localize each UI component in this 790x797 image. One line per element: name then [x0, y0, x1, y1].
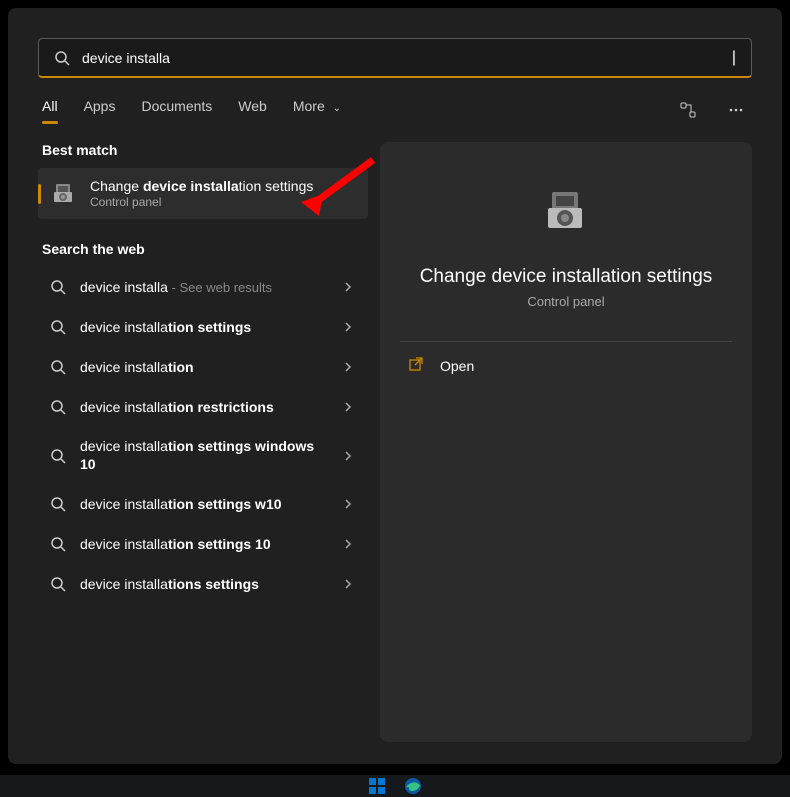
web-result-item[interactable]: device installation settings windows 10	[38, 427, 368, 484]
tab-more-label: More	[293, 98, 325, 114]
open-action[interactable]: Open	[400, 342, 732, 389]
filter-tabs: All Apps Documents Web More ⌄	[38, 98, 752, 124]
results-column: Best match Change device installation se…	[38, 142, 368, 742]
web-result-text: device installation settings windows 10	[80, 437, 326, 474]
search-icon	[50, 319, 66, 335]
start-button[interactable]	[367, 776, 387, 796]
search-input[interactable]: device installa	[82, 50, 736, 66]
search-icon	[50, 359, 66, 375]
bm-title-bold: device installa	[143, 178, 239, 194]
preview-title: Change device installation settings	[420, 266, 713, 288]
search-icon	[50, 496, 66, 512]
web-result-item[interactable]: device installation settings	[38, 307, 368, 347]
search-icon	[50, 576, 66, 592]
web-result-text: device installation	[80, 358, 326, 377]
web-result-item[interactable]: device installation settings 10	[38, 524, 368, 564]
chevron-right-icon[interactable]	[340, 359, 356, 375]
web-result-text: device installations settings	[80, 575, 326, 594]
search-icon	[50, 448, 66, 464]
open-label: Open	[440, 358, 474, 374]
preview-subtitle: Control panel	[527, 294, 604, 309]
chevron-right-icon[interactable]	[340, 576, 356, 592]
search-icon	[50, 536, 66, 552]
search-icon	[50, 279, 66, 295]
preview-panel: Change device installation settings Cont…	[380, 142, 752, 742]
chevron-right-icon[interactable]	[340, 399, 356, 415]
best-match-text: Change device installation settings Cont…	[90, 178, 356, 209]
tab-more[interactable]: More ⌄	[293, 98, 341, 124]
start-search-panel: device installa| All Apps Documents Web …	[8, 8, 782, 764]
web-result-text: device installation settings	[80, 318, 326, 337]
chevron-right-icon[interactable]	[340, 496, 356, 512]
tab-apps[interactable]: Apps	[84, 98, 116, 124]
search-box[interactable]: device installa|	[38, 38, 752, 78]
best-match-header: Best match	[38, 142, 368, 168]
preview-device-icon	[536, 182, 596, 242]
device-settings-icon	[50, 180, 78, 208]
chevron-right-icon[interactable]	[340, 319, 356, 335]
text-cursor: |	[732, 49, 736, 67]
more-options-icon[interactable]	[720, 94, 752, 126]
web-result-item[interactable]: device installation	[38, 347, 368, 387]
edge-browser-icon[interactable]	[403, 776, 423, 796]
search-icon	[54, 50, 70, 66]
bm-title-suffix: tion settings	[239, 178, 314, 194]
open-external-icon	[408, 356, 424, 375]
web-result-text: device installation restrictions	[80, 398, 326, 417]
network-icon[interactable]	[672, 94, 704, 126]
web-result-item[interactable]: device installation restrictions	[38, 387, 368, 427]
web-result-item[interactable]: device installation settings w10	[38, 484, 368, 524]
chevron-down-icon: ⌄	[333, 103, 341, 114]
best-match-subtitle: Control panel	[90, 195, 356, 209]
chevron-right-icon[interactable]	[340, 448, 356, 464]
web-result-text: device installation settings w10	[80, 495, 326, 514]
web-result-item[interactable]: device installations settings	[38, 564, 368, 604]
bm-title-prefix: Change	[90, 178, 143, 194]
search-icon	[50, 399, 66, 415]
web-results-header: Search the web	[38, 241, 368, 267]
tab-all[interactable]: All	[42, 98, 58, 124]
tab-web[interactable]: Web	[238, 98, 267, 124]
web-result-item[interactable]: device installa - See web results	[38, 267, 368, 307]
best-match-result[interactable]: Change device installation settings Cont…	[38, 168, 368, 219]
web-result-text: device installa - See web results	[80, 278, 326, 297]
taskbar	[0, 775, 790, 797]
chevron-right-icon[interactable]	[340, 536, 356, 552]
web-result-text: device installation settings 10	[80, 535, 326, 554]
chevron-right-icon[interactable]	[340, 279, 356, 295]
tab-documents[interactable]: Documents	[141, 98, 212, 124]
